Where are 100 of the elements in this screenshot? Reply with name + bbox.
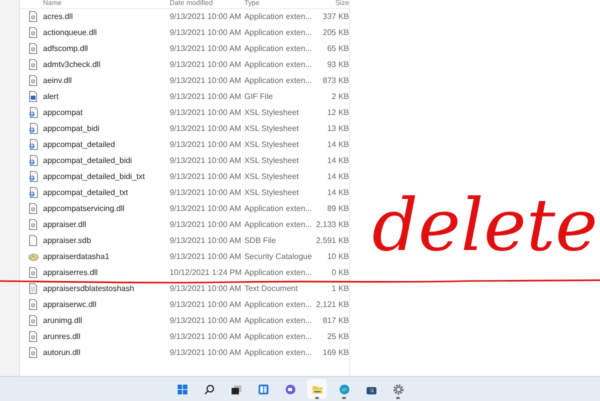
date-cell-text: 9/13/2021 10:00 AM xyxy=(170,28,242,38)
size-cell-text: 12 KB xyxy=(326,108,349,118)
size-cell-text: 2,121 KB xyxy=(315,300,349,310)
file-name[interactable]: actionqueue.dll xyxy=(20,28,170,38)
date-cell-text: 9/13/2021 10:00 AM xyxy=(170,204,242,214)
date-cell-text: 9/13/2021 10:00 AM xyxy=(170,156,242,166)
type-cell-text: Application exten... xyxy=(244,332,313,342)
file-name[interactable]: arunimg.dll xyxy=(20,316,170,326)
stylesheet-file-icon xyxy=(28,123,39,134)
overlapping-windows-icon xyxy=(230,382,242,396)
date-cell-text: 9/13/2021 10:00 AM xyxy=(170,108,242,118)
type-cell-text: XSL Stylesheet xyxy=(244,172,300,182)
file-name[interactable]: appraiser.sdb xyxy=(20,236,170,246)
size-cell-text: 14 KB xyxy=(326,156,349,166)
date-cell-text: 10/12/2021 1:24 PM xyxy=(170,268,243,278)
file-name[interactable]: appcompat_detailed_bidi_txt xyxy=(20,172,170,182)
file-name[interactable]: appraiserwc.dll xyxy=(20,300,170,310)
dll-file-icon xyxy=(28,59,39,70)
type-cell-text: Application exten... xyxy=(244,28,313,38)
file-name[interactable]: appraiserdatasha1 xyxy=(20,252,170,262)
date-cell-text: 9/13/2021 10:00 AM xyxy=(170,284,242,294)
type-cell-text: Application exten... xyxy=(244,300,313,310)
date-cell-text: 9/13/2021 10:00 AM xyxy=(170,124,242,134)
size-cell-text: 93 KB xyxy=(326,60,349,70)
size-cell-text: 65 KB xyxy=(326,44,349,54)
file-name[interactable]: appcompatservicing.dll xyxy=(20,204,170,214)
type-cell-text: XSL Stylesheet xyxy=(244,188,300,198)
type-cell-text: Application exten... xyxy=(244,316,313,326)
date-cell-text: 9/13/2021 10:00 AM xyxy=(170,316,242,326)
size-cell-text: 14 KB xyxy=(326,172,349,182)
file-name[interactable]: alert xyxy=(20,92,170,102)
dll-file-icon xyxy=(28,27,39,38)
stylesheet-file-icon xyxy=(28,155,39,166)
size-cell-text: 169 KB xyxy=(322,348,349,358)
type-cell-text: Text Document xyxy=(244,284,299,294)
date-cell-text: 9/13/2021 10:00 AM xyxy=(170,140,242,150)
type-cell-text: XSL Stylesheet xyxy=(244,124,300,134)
type-cell-text: XSL Stylesheet xyxy=(244,156,300,166)
size-cell-text: 14 KB xyxy=(326,140,349,150)
date-cell-text: 9/13/2021 10:00 AM xyxy=(170,92,242,102)
file-name[interactable]: appcompat_bidi xyxy=(20,124,170,134)
size-cell-text: 25 KB xyxy=(326,332,349,342)
type-cell-text: Security Catalogue xyxy=(244,252,313,262)
size-cell-text: 873 KB xyxy=(322,76,349,86)
date-cell-text: 9/13/2021 10:00 AM xyxy=(170,220,242,230)
search-icon xyxy=(202,382,216,396)
type-cell-text: Application exten... xyxy=(244,12,313,22)
browser-icon xyxy=(338,382,350,396)
size-cell-text: 0 KB xyxy=(330,268,349,278)
size-cell-text: 2,133 KB xyxy=(315,220,349,230)
dll-file-icon xyxy=(28,347,39,358)
type-cell-text: Application exten... xyxy=(244,60,313,70)
date-cell-text: 9/13/2021 10:00 AM xyxy=(170,332,242,342)
date-cell-text: 9/13/2021 10:00 AM xyxy=(170,300,242,310)
file-name[interactable]: appraiser.dll xyxy=(20,220,170,230)
stylesheet-file-icon xyxy=(28,171,39,182)
dll-file-icon xyxy=(28,11,39,22)
type-cell-text: Application exten... xyxy=(244,220,313,230)
file-name[interactable]: adfscomp.dll xyxy=(20,44,170,54)
dll-file-icon xyxy=(28,75,39,86)
file-name[interactable]: appcompat_detailed xyxy=(20,140,170,150)
file-name[interactable]: appraiserres.dll xyxy=(20,268,170,278)
date-cell-text: 9/13/2021 10:00 AM xyxy=(170,60,242,70)
dll-file-icon xyxy=(28,315,39,326)
date-cell-text: 9/13/2021 10:00 AM xyxy=(170,252,242,262)
file-name[interactable]: appcompat_detailed_txt xyxy=(20,188,170,198)
file-name[interactable]: appcompat xyxy=(20,108,170,118)
file-name[interactable]: acres.dll xyxy=(20,12,170,22)
type-cell-text: Application exten... xyxy=(244,76,313,86)
size-cell-text: 205 KB xyxy=(322,28,349,38)
size-cell-text: 2,591 KB xyxy=(315,236,349,246)
image-file-icon xyxy=(28,91,39,102)
size-cell-text: 14 KB xyxy=(326,188,349,198)
date-cell-text: 9/13/2021 10:00 AM xyxy=(170,236,242,246)
type-cell-text: SDB File xyxy=(244,236,277,246)
file-name[interactable]: aeinv.dll xyxy=(20,76,170,86)
type-cell-text: GIF File xyxy=(244,92,274,102)
blank-file-icon xyxy=(28,235,39,246)
stylesheet-file-icon xyxy=(28,139,39,150)
dll-file-icon xyxy=(28,267,39,278)
date-cell-text: 9/13/2021 10:00 AM xyxy=(170,188,242,198)
file-name[interactable]: appraisersdblatestoshash xyxy=(20,284,170,294)
dll-file-icon xyxy=(28,219,39,230)
settings-icon xyxy=(392,382,404,396)
stylesheet-file-icon xyxy=(28,107,39,118)
size-cell-text: 13 KB xyxy=(326,124,349,134)
date-cell-text: 9/13/2021 10:00 AM xyxy=(170,76,242,86)
date-cell-text: 9/13/2021 10:00 AM xyxy=(170,12,242,22)
text-file-icon xyxy=(28,283,39,294)
dll-file-icon xyxy=(28,43,39,54)
type-cell-text: Application exten... xyxy=(244,268,313,278)
type-cell-text: Application exten... xyxy=(244,44,313,54)
file-name[interactable]: autorun.dll xyxy=(20,348,170,358)
file-name[interactable]: admtv3check.dll xyxy=(20,60,170,70)
dll-file-icon xyxy=(28,299,39,310)
date-cell-text: 9/13/2021 10:00 AM xyxy=(170,44,242,54)
type-cell-text: XSL Stylesheet xyxy=(244,140,300,150)
date-cell-text: 9/13/2021 10:00 AM xyxy=(170,172,242,182)
file-name[interactable]: appcompat_detailed_bidi xyxy=(20,156,170,166)
file-name[interactable]: arunres.dll xyxy=(20,332,170,342)
